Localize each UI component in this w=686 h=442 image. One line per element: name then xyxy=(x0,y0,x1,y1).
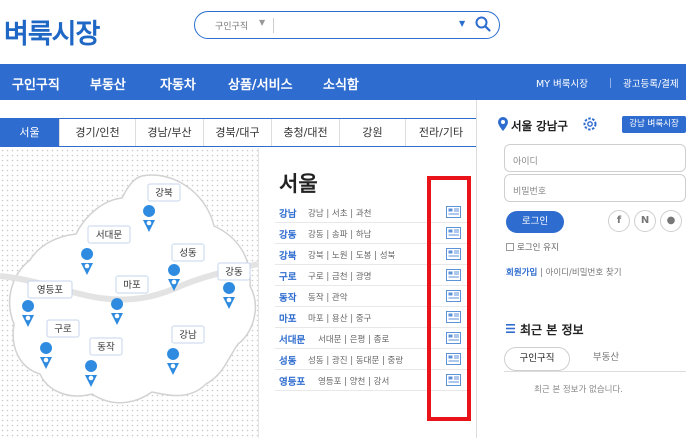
district-subs: 강남 | 서초 | 과천 xyxy=(308,209,372,219)
district-subs: 강동 | 송파 | 하남 xyxy=(308,230,372,240)
tab-gyeonggi[interactable]: 경기/인천 xyxy=(60,119,136,146)
search-dropdown-icon[interactable]: ▼ xyxy=(459,19,465,28)
district-subs: 구로 | 금천 | 광명 xyxy=(308,272,372,282)
gear-icon[interactable] xyxy=(582,116,598,132)
search-category[interactable]: 구인구직 xyxy=(215,19,248,32)
district-name[interactable]: 성동 xyxy=(279,353,296,367)
district-subs: 영등포 | 양천 | 강서 xyxy=(318,377,390,387)
list-title: 서울 xyxy=(279,172,318,196)
svg-text:마포: 마포 xyxy=(123,280,141,291)
map-label-seodaemun[interactable]: 서대문 xyxy=(87,225,131,244)
tab-gyeongnam[interactable]: 경남/부산 xyxy=(136,119,204,146)
svg-text:영등포: 영등포 xyxy=(37,285,63,296)
search-divider xyxy=(273,18,274,33)
tab-gyeongbuk[interactable]: 경북/대구 xyxy=(204,119,272,146)
map-label-yeongdeungpo[interactable]: 영등포 xyxy=(27,280,73,299)
keep-login-label: 로그인 유지 xyxy=(517,243,559,253)
tab-chungcheong[interactable]: 충청/대전 xyxy=(272,119,340,146)
district-name[interactable]: 서대문 xyxy=(279,332,305,346)
recent-title: 최근 본 정보 xyxy=(520,323,584,337)
password-field[interactable]: 비밀번호 xyxy=(504,174,686,202)
site-logo[interactable]: 벼룩시장 xyxy=(4,12,100,51)
naver-icon[interactable]: N xyxy=(634,210,656,232)
account-links: 회원가입 | 아이디/비밀번호 찾기 xyxy=(506,266,622,278)
recent-tab-realestate[interactable]: 부동산 xyxy=(578,347,634,371)
id-field[interactable]: 아이디 xyxy=(504,144,686,172)
header: 벼룩시장 구인구직 ▼ ▼ xyxy=(0,0,686,64)
tab-gangwon[interactable]: 강원 xyxy=(340,119,406,146)
map-label-gangdong[interactable]: 강동 xyxy=(217,262,251,281)
map-label-guro[interactable]: 구로 xyxy=(46,319,80,338)
region-market-button[interactable]: 강남 벼룩시장 xyxy=(622,116,686,133)
seoul-map: 강북 서대문 성동 강동 영등포 마포 구로 강남 동작 xyxy=(0,148,259,438)
district-name[interactable]: 영등포 xyxy=(279,374,305,388)
svg-text:동작: 동작 xyxy=(97,342,115,353)
map-label-mapo[interactable]: 마포 xyxy=(115,275,149,294)
signup-link[interactable]: 회원가입 xyxy=(506,268,537,278)
tab-jeolla[interactable]: 전라/기타 xyxy=(406,119,476,146)
district-subs: 강북 | 노원 | 도봉 | 성북 xyxy=(308,251,396,261)
svg-text:서대문: 서대문 xyxy=(96,230,122,241)
nav-divider xyxy=(610,78,611,88)
nav-news[interactable]: 소식함 xyxy=(323,74,359,93)
svg-text:강동: 강동 xyxy=(225,267,243,278)
svg-text:강남: 강남 xyxy=(179,330,197,341)
find-account-link[interactable]: 아이디/비밀번호 찾기 xyxy=(546,268,622,278)
district-subs: 성동 | 광진 | 동대문 | 중랑 xyxy=(308,356,404,366)
sidebar: 서울 강남구 강남 벼룩시장 아이디 비밀번호 로그인 f N ● 로그인 유지… xyxy=(494,100,686,438)
district-name[interactable]: 구로 xyxy=(279,269,296,283)
recent-tab-jobs[interactable]: 구인구직 xyxy=(504,347,570,371)
nav-my-page[interactable]: MY 벼룩시장 xyxy=(536,76,588,90)
checkbox-icon[interactable] xyxy=(506,243,514,251)
nav-goods-services[interactable]: 상품/서비스 xyxy=(228,74,293,93)
login-button[interactable]: 로그인 xyxy=(506,211,564,233)
svg-text:구로: 구로 xyxy=(54,324,72,335)
seoul-map-svg: 강북 서대문 성동 강동 영등포 마포 구로 강남 동작 xyxy=(0,148,259,438)
map-label-gangnam[interactable]: 강남 xyxy=(171,325,205,344)
recent-divider xyxy=(504,371,686,372)
district-subs: 동작 | 관악 xyxy=(308,293,348,303)
kakao-icon[interactable]: ● xyxy=(660,210,682,232)
keep-login-checkbox[interactable]: 로그인 유지 xyxy=(506,241,559,253)
map-label-gangbuk[interactable]: 강북 xyxy=(147,183,181,202)
district-subs: 서대문 | 은평 | 종로 xyxy=(318,335,390,345)
district-name[interactable]: 마포 xyxy=(279,311,296,325)
svg-text:성동: 성동 xyxy=(179,248,197,259)
current-location: 서울 강남구 xyxy=(511,119,568,133)
nav-ad-register[interactable]: 광고등록/결제 xyxy=(623,76,679,90)
district-name[interactable]: 강북 xyxy=(279,248,296,262)
search-icon[interactable] xyxy=(474,15,492,33)
recent-empty-message: 최근 본 정보가 없습니다. xyxy=(534,385,624,395)
facebook-icon[interactable]: f xyxy=(608,210,630,232)
district-name[interactable]: 강남 xyxy=(279,206,296,220)
nav-jobs[interactable]: 구인구직 xyxy=(12,74,60,93)
district-subs: 마포 | 용산 | 중구 xyxy=(308,314,372,324)
district-name[interactable]: 강동 xyxy=(279,227,296,241)
nav-cars[interactable]: 자동차 xyxy=(160,74,196,93)
tab-seoul[interactable]: 서울 xyxy=(0,119,60,146)
main-nav: 구인구직 부동산 자동차 상품/서비스 소식함 MY 벼룩시장 광고등록/결제 xyxy=(0,64,686,100)
menu-icon xyxy=(506,324,515,333)
map-label-dongjak[interactable]: 동작 xyxy=(89,337,123,356)
map-label-seongdong[interactable]: 성동 xyxy=(171,243,205,262)
column-divider xyxy=(476,100,477,438)
region-tabs: 서울 경기/인천 경남/부산 경북/대구 충청/대전 강원 전라/기타 xyxy=(0,118,476,147)
chevron-down-icon[interactable]: ▼ xyxy=(259,18,265,27)
district-name[interactable]: 동작 xyxy=(279,290,296,304)
search-bar[interactable]: 구인구직 ▼ ▼ xyxy=(194,11,500,39)
nav-realestate[interactable]: 부동산 xyxy=(90,74,126,93)
highlight-box xyxy=(427,176,471,421)
svg-text:강북: 강북 xyxy=(155,188,173,199)
location-pin-icon xyxy=(498,117,508,131)
